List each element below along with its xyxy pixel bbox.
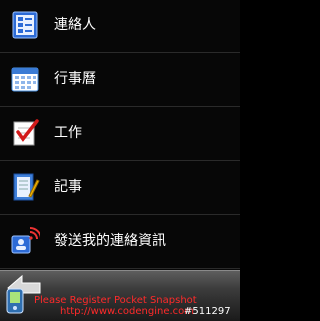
menu-item-tasks[interactable]: 工作 — [0, 108, 240, 161]
watermark-tag: #511297 — [184, 306, 231, 317]
menu-item-label: 發送我的連絡資訊 — [54, 233, 166, 249]
menu-item-contacts[interactable]: 連絡人 — [0, 0, 240, 53]
tasks-icon — [10, 118, 40, 148]
watermark-url-text: http://www.codengine.com — [60, 306, 195, 317]
main-menu: 連絡人 行事曆 工作 記事 發送我的連絡資訊 — [0, 0, 240, 270]
menu-item-calendar[interactable]: 行事曆 — [0, 54, 240, 107]
contacts-icon — [10, 10, 40, 40]
calendar-icon — [10, 64, 40, 94]
notes-icon — [10, 172, 40, 202]
pda-icon — [6, 288, 24, 314]
send-contact-info-icon — [10, 226, 42, 256]
menu-item-label: 工作 — [54, 125, 82, 141]
menu-item-label: 行事曆 — [54, 71, 96, 87]
menu-item-label: 記事 — [54, 179, 82, 195]
menu-item-send-contact-info[interactable]: 發送我的連絡資訊 — [0, 216, 240, 269]
menu-item-notes[interactable]: 記事 — [0, 162, 240, 215]
menu-item-label: 連絡人 — [54, 17, 96, 33]
